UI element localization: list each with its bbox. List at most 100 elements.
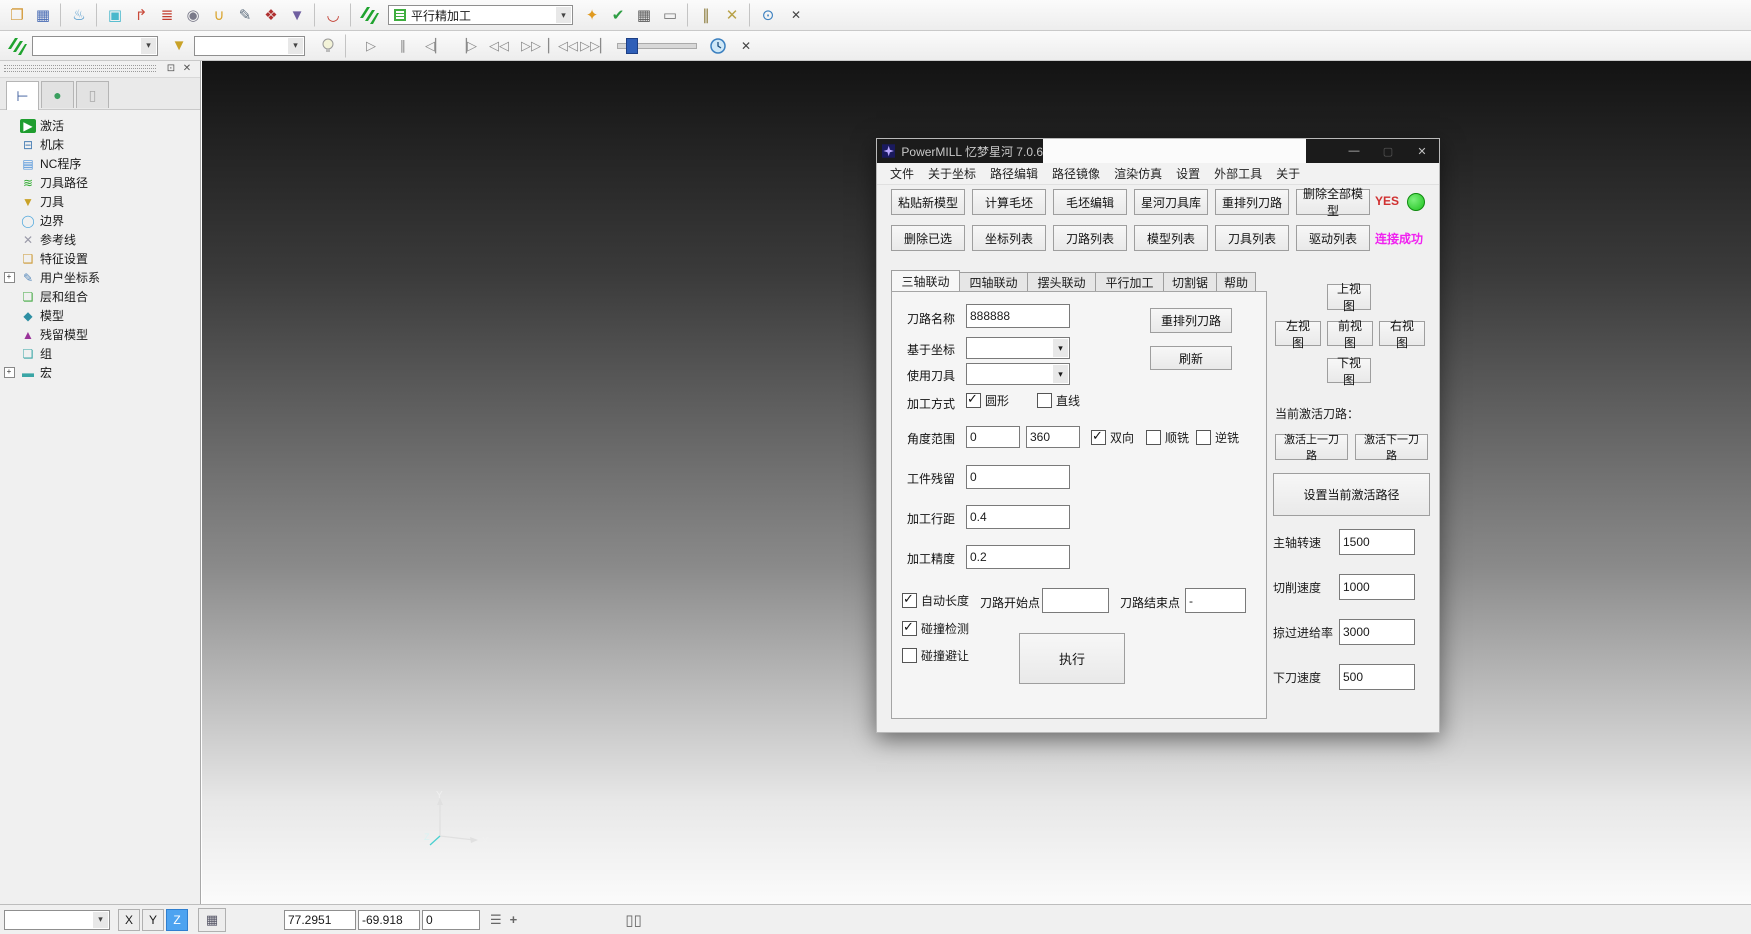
- angle-to-input[interactable]: 360: [1026, 426, 1080, 448]
- speed-input[interactable]: 1500: [1339, 529, 1415, 555]
- view-top-button[interactable]: 上视图: [1327, 284, 1371, 310]
- chevron-down-icon[interactable]: ▾: [141, 38, 156, 54]
- block-stock-icon[interactable]: ▣: [102, 3, 128, 27]
- action-button[interactable]: 星河刀具库: [1134, 189, 1208, 215]
- base-coord-select[interactable]: ▾: [966, 337, 1070, 359]
- menu-item[interactable]: 路径镜像: [1045, 163, 1107, 184]
- view-right-button[interactable]: 右视图: [1379, 321, 1425, 346]
- rearrange-toolpath-button[interactable]: 重排列刀路: [1150, 308, 1232, 333]
- tree-item[interactable]: + ▼ 刀具: [2, 192, 200, 211]
- view-front-button[interactable]: 前视图: [1327, 321, 1373, 346]
- execute-button[interactable]: 执行: [1019, 633, 1125, 684]
- tree-item[interactable]: + ▤ NC程序: [2, 154, 200, 173]
- tree-item[interactable]: + ▬ 宏: [2, 363, 200, 382]
- coord-y-input[interactable]: -69.918: [358, 910, 420, 930]
- play-icon[interactable]: ▷: [357, 34, 385, 58]
- simulation-speed-slider[interactable]: [617, 43, 697, 49]
- strategy-tab[interactable]: 切割锯: [1163, 272, 1217, 291]
- collision-tool-icon[interactable]: ▼: [284, 3, 315, 27]
- measure-ruler-icon[interactable]: ▭: [657, 3, 688, 27]
- action-button[interactable]: 重排列刀路: [1215, 189, 1289, 215]
- tool-holder-icon[interactable]: ∪: [206, 3, 232, 27]
- fast-forward-icon[interactable]: ▷▷: [517, 34, 545, 58]
- speed-input[interactable]: 500: [1339, 664, 1415, 690]
- toolpath-strategy-icon[interactable]: ↱: [128, 3, 154, 27]
- rewind-icon[interactable]: ◁◁: [485, 34, 513, 58]
- action-button[interactable]: 粘贴新模型: [891, 189, 965, 215]
- auto-length-checkbox[interactable]: 自动长度: [902, 592, 969, 609]
- tolerance-input[interactable]: 0.2: [966, 545, 1070, 569]
- menu-item[interactable]: 渲染仿真: [1107, 163, 1169, 184]
- tool-pair-icon[interactable]: ∥: [693, 3, 719, 27]
- minimize-button[interactable]: —: [1337, 139, 1371, 163]
- collision-avoid-checkbox[interactable]: 碰撞避让: [902, 647, 969, 664]
- action-button[interactable]: 刀路列表: [1053, 225, 1127, 251]
- end-point-input[interactable]: -: [1185, 588, 1246, 613]
- step-back-icon[interactable]: ◁▏: [421, 34, 449, 58]
- strategy-tab[interactable]: 平行加工: [1095, 272, 1164, 291]
- use-tool-select[interactable]: ▾: [966, 363, 1070, 385]
- maximize-button[interactable]: ▢: [1371, 139, 1405, 163]
- activate-prev-button[interactable]: 激活上一刀路: [1275, 434, 1348, 460]
- dialog-titlebar[interactable]: PowerMILL 忆梦星河 7.0.6: [877, 139, 1043, 163]
- expand-plus-icon[interactable]: +: [4, 367, 15, 378]
- slider-handle[interactable]: [626, 38, 638, 54]
- action-button[interactable]: 计算毛坯: [972, 189, 1046, 215]
- teapot-calculator-icon[interactable]: ♨: [66, 3, 97, 27]
- mode-circle-checkbox[interactable]: 圆形: [966, 392, 1009, 409]
- action-button[interactable]: 毛坯编辑: [1053, 189, 1127, 215]
- stepover-input[interactable]: 0.4: [966, 505, 1070, 529]
- nc-program-lines-icon[interactable]: ≣: [154, 3, 180, 27]
- close-button[interactable]: ✕: [1405, 139, 1439, 163]
- cursor-position-icon[interactable]: +: [510, 912, 518, 927]
- axis-lock-button[interactable]: Z: [166, 909, 188, 931]
- go-to-end-icon[interactable]: ▷▷▏: [581, 34, 609, 58]
- collision-check-checkbox[interactable]: 碰撞检测: [902, 620, 969, 637]
- view-combobox[interactable]: ▾: [4, 910, 110, 930]
- viewport-toggle-icon[interactable]: ▯▯: [625, 911, 642, 929]
- speed-input[interactable]: 1000: [1339, 574, 1415, 600]
- activate-next-button[interactable]: 激活下一刀路: [1355, 434, 1428, 460]
- menu-item[interactable]: 关于坐标: [921, 163, 983, 184]
- panel-grip[interactable]: ⊡ ✕: [0, 61, 200, 78]
- tree-item[interactable]: + ◯ 边界: [2, 211, 200, 230]
- chevron-down-icon[interactable]: ▾: [1053, 365, 1068, 383]
- chevron-down-icon[interactable]: ▾: [93, 912, 108, 928]
- start-point-input[interactable]: [1042, 588, 1109, 613]
- action-button[interactable]: 删除已选: [891, 225, 965, 251]
- toolpath-check-icon[interactable]: ✔: [605, 3, 631, 27]
- axis-lock-button[interactable]: Y: [142, 909, 164, 931]
- tree-item[interactable]: + ▲ 残留模型: [2, 325, 200, 344]
- xyz-transform-icon[interactable]: ✕: [719, 3, 750, 27]
- list-options-icon[interactable]: ☰: [490, 912, 502, 928]
- speed-input[interactable]: 3000: [1339, 619, 1415, 645]
- recycle-bin-icon[interactable]: ▯: [76, 81, 109, 108]
- coord-z-input[interactable]: 0: [422, 910, 480, 930]
- view-left-button[interactable]: 左视图: [1275, 321, 1321, 346]
- tree-item[interactable]: + ⊟ 机床: [2, 135, 200, 154]
- menu-item[interactable]: 关于: [1269, 163, 1307, 184]
- ball-tool-icon[interactable]: ◉: [180, 3, 206, 27]
- action-button[interactable]: 刀具列表: [1215, 225, 1289, 251]
- strategy-combobox[interactable]: 平行精加工 ▾: [388, 5, 573, 25]
- lamp-icon[interactable]: [315, 34, 346, 58]
- save-project-icon[interactable]: ▦: [30, 3, 61, 27]
- points-cloud-icon[interactable]: ❖: [258, 3, 284, 27]
- action-button[interactable]: 模型列表: [1134, 225, 1208, 251]
- mode-line-checkbox[interactable]: 直线: [1037, 392, 1080, 409]
- dir-conventional-checkbox[interactable]: 逆铣: [1196, 429, 1239, 446]
- expand-plus-icon[interactable]: +: [4, 272, 15, 283]
- tree-item[interactable]: + ◆ 模型: [2, 306, 200, 325]
- menu-item[interactable]: 设置: [1169, 163, 1207, 184]
- explorer-tree-icon[interactable]: ⊢: [6, 81, 39, 110]
- step-forward-icon[interactable]: ▕▷: [453, 34, 481, 58]
- refresh-button[interactable]: 刷新: [1150, 346, 1232, 370]
- chevron-down-icon[interactable]: ▾: [1053, 339, 1068, 357]
- stock-allowance-input[interactable]: 0: [966, 465, 1070, 489]
- axis-lock-button[interactable]: X: [118, 909, 140, 931]
- open-project-icon[interactable]: ❐: [4, 3, 30, 27]
- tree-item[interactable]: + ✕ 参考线: [2, 230, 200, 249]
- action-button[interactable]: 坐标列表: [972, 225, 1046, 251]
- menu-item[interactable]: 外部工具: [1207, 163, 1269, 184]
- toolbar-close-icon[interactable]: ✕: [737, 37, 755, 55]
